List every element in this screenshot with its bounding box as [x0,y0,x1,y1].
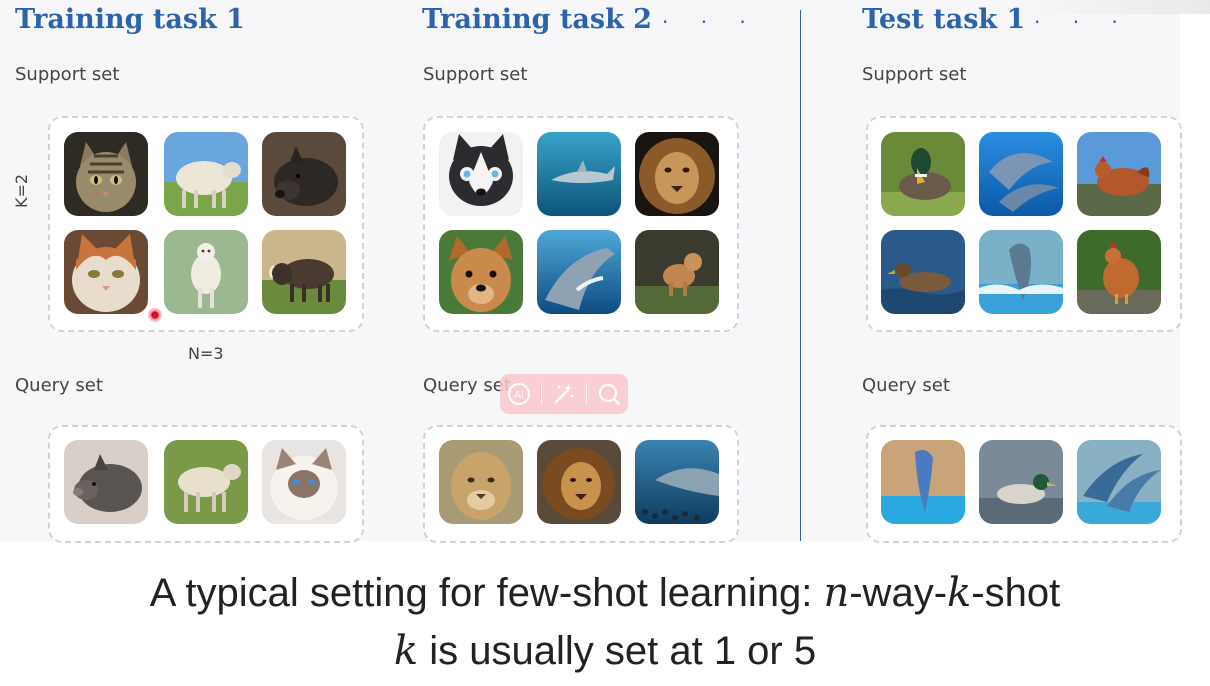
cat-tabby-image [64,132,148,216]
lamb-image [164,230,248,314]
dolphin-show-image [881,440,965,524]
task-title-train-2: Training task 2 [422,4,652,35]
warthog-image [262,230,346,314]
caption-text: A typical setting for few-shot learning: [149,571,824,615]
sheep-image [164,440,248,524]
hen-image [1077,230,1161,314]
task-title-train-1: Training task 1 [15,4,245,35]
toolbar-separator [586,383,587,405]
caption-line-1: A typical setting for few-shot learning:… [0,570,1210,616]
husky-image [439,132,523,216]
lioness-image [439,440,523,524]
n-way-label: N=3 [188,344,224,363]
math-k: k [393,628,419,674]
ai-button[interactable]: AI [503,378,535,410]
continuation-dots: · · · [662,10,759,34]
toolbar-separator [541,383,542,405]
hen-image [1077,132,1161,216]
train-test-divider [800,10,801,541]
caption-text: is usually set at 1 or 5 [418,629,817,673]
sheep-image [164,132,248,216]
dolphin-jump-image [979,230,1063,314]
continuation-dots: · · · [1034,10,1131,34]
mallard-image [881,132,965,216]
shark-image [537,132,621,216]
support-set-label: Support set [862,64,967,85]
k-shot-label: K=2 [12,173,31,208]
dolphins-leap-image [1077,440,1161,524]
cat-calico-image [64,230,148,314]
magic-wand-button[interactable] [548,378,580,410]
query-set-label: Query set [423,375,511,396]
cursor-marker [148,308,162,322]
dog-image [439,230,523,314]
boar-image [262,132,346,216]
support-set-label: Support set [423,64,528,85]
cat-himalayan-image [262,440,346,524]
shark-image [537,230,621,314]
search-icon [598,383,621,406]
shark-image [635,440,719,524]
query-set-label: Query set [15,375,103,396]
floating-toolbar: AI [500,374,628,414]
caption-text: -way- [849,571,948,615]
magic-wand-icon [554,384,574,404]
lion-image [635,132,719,216]
duck-swimming-image [881,230,965,314]
search-button[interactable] [593,378,625,410]
lion-image [537,440,621,524]
svg-text:AI: AI [514,390,524,401]
caption-line-2: k is usually set at 1 or 5 [0,628,1210,674]
lion-cub-image [635,230,719,314]
query-set-label: Query set [862,375,950,396]
caption-text: -shot [971,571,1061,615]
mallard-image [979,440,1063,524]
math-k: k [947,570,972,616]
dolphins-image [979,132,1063,216]
math-n: n [823,570,850,616]
pig-image [64,440,148,524]
task-title-test-1: Test task 1 [862,4,1026,35]
support-set-label: Support set [15,64,120,85]
ai-icon: AI [508,383,530,405]
